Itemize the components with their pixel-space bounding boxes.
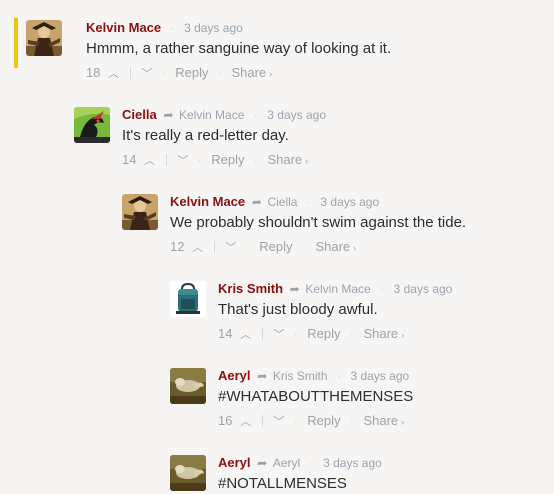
share-label: Share — [267, 152, 303, 167]
comment-text: We probably shouldn't swim against the t… — [170, 214, 467, 231]
chevron-right-icon: › — [269, 69, 273, 79]
share-button[interactable]: Share › — [315, 239, 356, 256]
upvote-icon[interactable]: ︿ — [108, 66, 119, 82]
share-button[interactable]: Share › — [363, 413, 404, 430]
separator-dot: · — [197, 155, 202, 167]
separator-dot: · — [254, 110, 258, 122]
share-button[interactable]: Share › — [363, 326, 404, 343]
parent-author-link[interactable]: Kris Smith — [273, 369, 328, 383]
share-label: Share — [363, 326, 399, 341]
timestamp[interactable]: 3 days ago — [350, 369, 409, 383]
robed-figure-icon — [26, 20, 62, 56]
author-name[interactable]: Ciella — [122, 107, 157, 122]
share-button[interactable]: Share › — [267, 152, 308, 169]
share-button[interactable]: Share › — [231, 65, 272, 82]
separator-dot: · — [245, 242, 250, 254]
vote-divider — [165, 154, 167, 166]
separator-dot: · — [309, 458, 314, 470]
share-label: Share — [363, 413, 399, 428]
reply-button[interactable]: Reply — [259, 239, 292, 255]
chevron-right-icon: › — [305, 156, 309, 166]
reply-arrow-icon: ➦ — [257, 456, 268, 470]
downvote-icon[interactable]: ﹀ — [225, 240, 236, 256]
separator-dot: · — [302, 242, 306, 254]
timestamp[interactable]: 3 days ago — [267, 108, 326, 122]
separator-dot: · — [307, 197, 311, 209]
vote-divider — [129, 67, 131, 79]
downvote-icon[interactable]: ﹀ — [273, 327, 284, 343]
author-name[interactable]: Aeryl — [218, 455, 251, 470]
vote-count: 12 — [170, 239, 185, 254]
reply-button[interactable]: Reply — [307, 413, 340, 429]
avatar[interactable] — [170, 368, 206, 404]
vote-count: 18 — [86, 65, 101, 80]
vote-divider — [261, 328, 263, 340]
comment-text: #WHATABOUTTHEMENSES — [218, 388, 414, 405]
separator-dot: · — [161, 68, 166, 80]
upvote-icon[interactable]: ︿ — [192, 240, 203, 256]
vote-count: 14 — [218, 326, 233, 341]
avatar[interactable] — [122, 194, 158, 230]
parent-author-link[interactable]: Kelvin Mace — [179, 108, 244, 122]
author-name[interactable]: Kelvin Mace — [170, 194, 245, 209]
reply-arrow-icon: ➦ — [163, 108, 174, 122]
author-name[interactable]: Aeryl — [218, 368, 251, 383]
vote-count: 16 — [218, 413, 233, 428]
author-name[interactable]: Kris Smith — [218, 281, 283, 296]
reply-button[interactable]: Reply — [211, 152, 244, 168]
creature-icon — [170, 368, 206, 404]
reply-arrow-icon: ➦ — [251, 195, 262, 209]
separator-dot: · — [380, 284, 384, 296]
author-name[interactable]: Kelvin Mace — [86, 20, 161, 35]
vote-count: 14 — [122, 152, 137, 167]
separator-dot: · — [293, 416, 298, 428]
backpack-icon — [170, 281, 206, 317]
parent-author-link[interactable]: Ciella — [267, 195, 297, 209]
upvote-icon[interactable]: ︿ — [240, 327, 251, 343]
timestamp[interactable]: 3 days ago — [184, 21, 243, 35]
reply-arrow-icon: ➦ — [289, 282, 300, 296]
timestamp[interactable]: 3 days ago — [320, 195, 379, 209]
chevron-right-icon: › — [401, 330, 405, 340]
avatar[interactable] — [74, 107, 110, 143]
dragon-icon — [74, 107, 110, 143]
upvote-icon[interactable]: ︿ — [240, 414, 251, 430]
avatar[interactable] — [26, 20, 62, 56]
avatar[interactable] — [170, 281, 206, 317]
separator-dot: · — [350, 329, 354, 341]
separator-dot: · — [170, 23, 175, 35]
vote-divider — [261, 415, 263, 427]
separator-dot: · — [218, 68, 222, 80]
parent-author-link[interactable]: Aeryl — [273, 456, 300, 470]
comment-text: It's really a red-letter day. — [122, 127, 289, 144]
parent-author-link[interactable]: Kelvin Mace — [305, 282, 370, 296]
chevron-right-icon: › — [401, 417, 405, 427]
upvote-icon[interactable]: ︿ — [144, 153, 155, 169]
timestamp[interactable]: 3 days ago — [323, 456, 382, 470]
comment-text: #NOTALLMENSES — [218, 475, 347, 492]
downvote-icon[interactable]: ﹀ — [177, 153, 188, 169]
share-label: Share — [231, 65, 267, 80]
robed-figure-icon — [122, 194, 158, 230]
timestamp[interactable]: 3 days ago — [394, 282, 453, 296]
share-label: Share — [315, 239, 351, 254]
reply-arrow-icon: ➦ — [257, 369, 268, 383]
comment-text: That's just bloody awful. — [218, 301, 378, 318]
downvote-icon[interactable]: ﹀ — [141, 66, 152, 82]
reply-button[interactable]: Reply — [307, 326, 340, 342]
separator-dot: · — [350, 416, 354, 428]
separator-dot: · — [254, 155, 258, 167]
comment-text: Hmmm, a rather sanguine way of looking a… — [86, 40, 392, 57]
downvote-icon[interactable]: ﹀ — [273, 414, 284, 430]
reply-button[interactable]: Reply — [175, 65, 208, 81]
chevron-right-icon: › — [353, 243, 357, 253]
separator-dot: · — [337, 371, 341, 383]
separator-dot: · — [293, 329, 298, 341]
vote-divider — [213, 241, 215, 253]
highlight-bar — [14, 18, 18, 68]
